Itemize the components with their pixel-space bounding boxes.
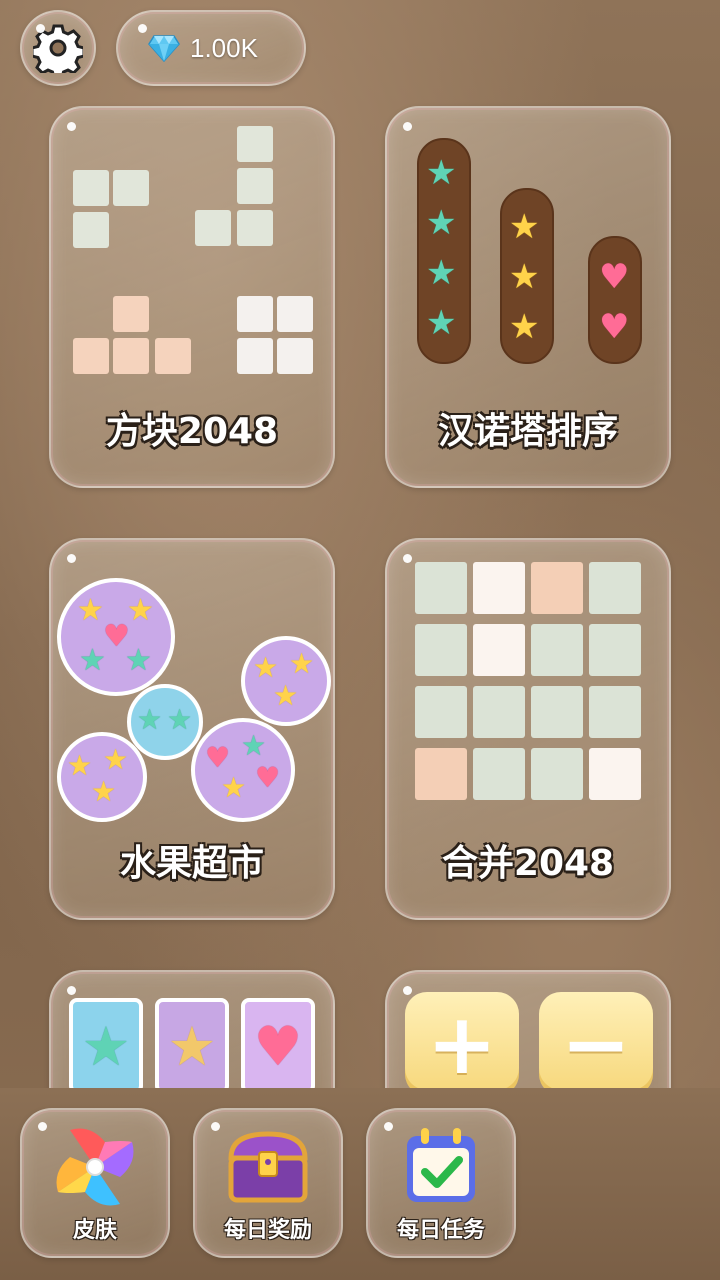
shine-decoration [36,24,45,33]
nav-label: 皮肤 [72,1218,117,1243]
gem-counter[interactable]: 1.00K [116,10,306,86]
daily-reward-button[interactable]: 每日奖励 [193,1108,343,1258]
shine-decoration [138,24,147,33]
diamond-icon [148,35,180,62]
daily-task-button[interactable]: 每日任务 [366,1108,516,1258]
skin-button[interactable]: 皮肤 [20,1108,170,1258]
game-card-block-2048[interactable]: 方块2048 [49,106,335,488]
gem-count: 1.00K [190,32,258,63]
shine-decoration [67,122,76,131]
shine-decoration [38,1122,47,1131]
game-title: 水果超市 [119,843,264,884]
game-card-fruit-market[interactable]: ★ ★ ♥ ★ ★ ★ ★ ★ ★ ★ ★ ★ ★ ★ ♥ ♥ ★ 水果超市 [49,538,335,920]
game-title: 方块2048 [105,411,279,452]
game-title: 汉诺塔排序 [437,411,618,452]
settings-button[interactable] [20,10,96,86]
shine-decoration [211,1122,220,1131]
nav-label: 每日任务 [396,1218,485,1243]
game-card-hanoi-sort[interactable]: ★ ★ ★ ★ ★ ★ ★ ♥ ♥ 汉诺塔排序 [385,106,671,488]
nav-label: 每日奖励 [223,1218,312,1243]
minus-icon: − [539,992,653,1096]
calendar-check-icon [407,1128,475,1202]
game-title: 合并2048 [441,843,615,884]
shine-decoration [384,1122,393,1131]
game-card-merge-2048[interactable]: 合并2048 [385,538,671,920]
treasure-chest-icon [228,1131,308,1203]
shine-decoration [403,122,412,131]
shine-decoration [67,986,76,995]
shine-decoration [403,554,412,563]
pinwheel-icon [56,1128,134,1206]
shine-decoration [403,986,412,995]
plus-icon: + [405,992,519,1096]
shine-decoration [67,554,76,563]
